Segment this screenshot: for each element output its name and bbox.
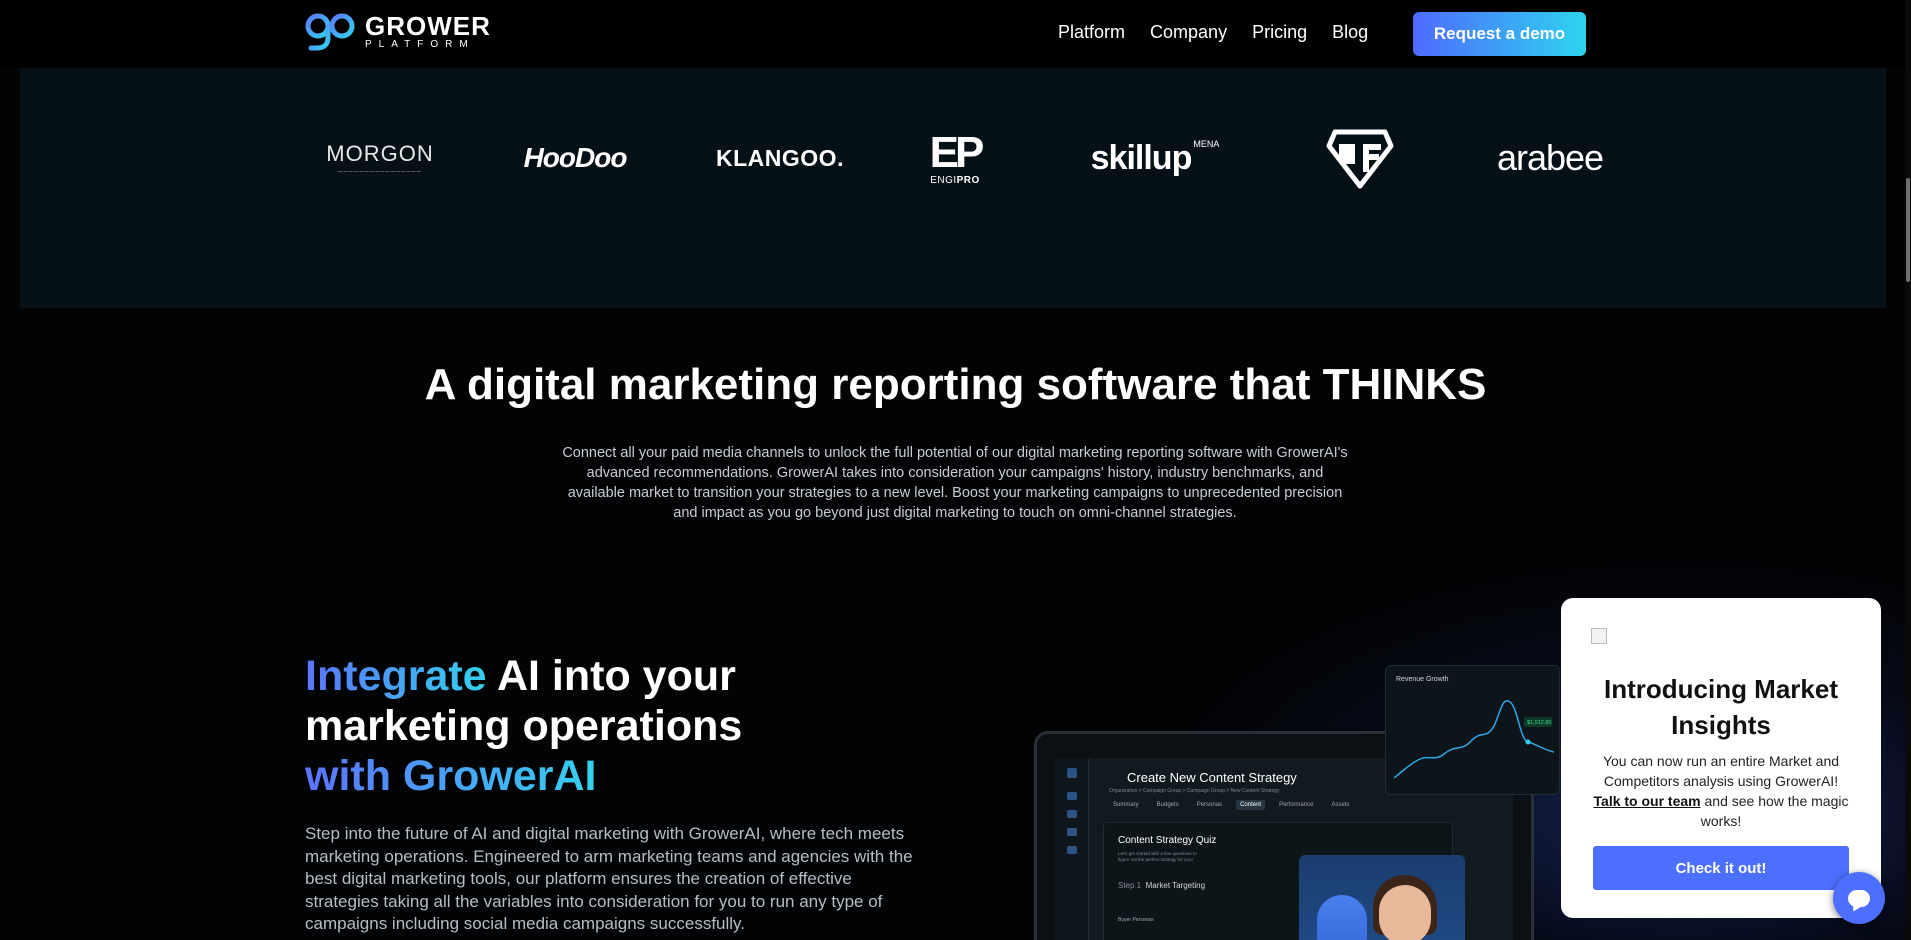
- skillup-logo: skillup MENA: [1080, 118, 1230, 198]
- quiz-step-label: Step 1: [1118, 881, 1142, 890]
- mockup-tab: Summary: [1113, 802, 1139, 808]
- request-demo-button[interactable]: Request a demo: [1413, 12, 1586, 56]
- chat-launcher-button[interactable]: [1833, 872, 1885, 924]
- popup-title: Introducing Market Insights: [1603, 674, 1838, 740]
- nav-blog[interactable]: Blog: [1332, 22, 1368, 43]
- mockup-title: Create New Content Strategy: [1127, 770, 1297, 785]
- engipro-text-b: PRO: [956, 174, 980, 186]
- client-logos-strip: MORGON ──────────────── HooDoo KLANGOO. …: [20, 68, 1886, 308]
- nav-company[interactable]: Company: [1150, 22, 1227, 43]
- hero-lead: Connect all your paid media channels to …: [562, 445, 1348, 521]
- mockup-sidebar-icon: [1067, 810, 1077, 818]
- quiz-step: Step 1 Market Targeting: [1118, 881, 1205, 890]
- logo-text: GROWER PLATFORM: [365, 13, 491, 50]
- revenue-growth-card: Revenue Growth $1,912.80: [1385, 665, 1560, 795]
- popup-text-after: and see how the magic works!: [1700, 793, 1849, 829]
- quiz-title: Content Strategy Quiz: [1118, 835, 1217, 846]
- ai-avatar-illustration: [1299, 855, 1465, 940]
- mockup-sidebar-icon: [1067, 846, 1077, 854]
- mockup-tab: Budgets: [1156, 802, 1179, 808]
- mockup-sidebar-icon: [1067, 792, 1077, 800]
- market-insights-popup: Introducing Market Insights You can now …: [1561, 598, 1881, 918]
- chess-knight-icon: [1317, 895, 1367, 940]
- morgon-logo: MORGON ────────────────: [320, 118, 440, 198]
- talk-to-team-link[interactable]: Talk to our team: [1594, 793, 1701, 809]
- broken-image-icon: [1591, 628, 1607, 644]
- klangoo-logo: KLANGOO.: [716, 144, 844, 171]
- avatar-face: [1379, 885, 1431, 940]
- feature-title: Integrate AI into your marketing operati…: [305, 651, 865, 801]
- hero-title: A digital marketing reporting software t…: [424, 360, 1487, 409]
- mockup-sidebar-icon: [1067, 828, 1077, 836]
- feature-title-a: Integrate: [305, 652, 487, 700]
- morgon-logo-text: MORGON: [326, 141, 434, 166]
- mockup-sidebar-logo: [1067, 768, 1077, 778]
- engipro-mark: EP: [929, 127, 985, 177]
- page-scrollbar-thumb[interactable]: [1906, 178, 1910, 282]
- engipro-logo: EP ENGIPRO: [900, 118, 1010, 198]
- engipro-text: ENGIPRO: [930, 175, 980, 186]
- arabee-logo: arabee: [1496, 137, 1604, 178]
- mockup-tab-active: Content: [1236, 800, 1266, 810]
- mockup-tab: Performance: [1279, 802, 1314, 808]
- chat-icon: [1848, 889, 1870, 907]
- main-nav: Platform Company Pricing Blog: [1058, 22, 1393, 43]
- logo-line2: PLATFORM: [365, 38, 475, 50]
- nav-platform[interactable]: Platform: [1058, 22, 1125, 43]
- quiz-step-title: Market Targeting: [1145, 881, 1206, 890]
- revenue-title: Revenue Growth: [1396, 676, 1449, 683]
- feature-title-c: with GrowerAI: [305, 752, 597, 800]
- page-scrollbar[interactable]: [1905, 0, 1911, 940]
- feature-body: Step into the future of AI and digital m…: [305, 824, 913, 933]
- gf-logo: [1305, 118, 1415, 198]
- grower-logo[interactable]: GROWER PLATFORM: [305, 11, 491, 51]
- hoodoo-logo: HooDoo: [523, 142, 628, 173]
- popup-text: You can now run an entire Market and Com…: [1591, 751, 1851, 831]
- revenue-value: $1,912.80: [1527, 720, 1551, 726]
- mockup-tabs: Summary Budgets Personas Content Perform…: [1109, 800, 1353, 810]
- popup-text-before: You can now run an entire Market and Com…: [1602, 753, 1840, 789]
- revenue-chart-point: [1525, 739, 1531, 745]
- quiz-subtitle: Let's get started with a few questions t…: [1118, 851, 1197, 862]
- mockup-tab: Assets: [1331, 802, 1350, 808]
- check-it-out-button[interactable]: Check it out!: [1593, 846, 1849, 890]
- site-header: GROWER PLATFORM Platform Company Pricing…: [0, 0, 1911, 68]
- mockup-sidebar: [1055, 758, 1089, 940]
- logo-line1: GROWER: [365, 10, 491, 41]
- nav-pricing[interactable]: Pricing: [1252, 22, 1307, 43]
- engipro-text-a: ENGI: [930, 174, 957, 186]
- gf-logo-icon: [1326, 129, 1394, 189]
- mockup-breadcrumb: Organization > Campaign Group > Campaign…: [1109, 788, 1280, 794]
- morgon-logo-rule: ────────────────: [337, 169, 422, 175]
- skillup-logo-text: skillup: [1090, 138, 1193, 177]
- skillup-logo-sup: MENA: [1193, 139, 1220, 149]
- mockup-tab: Personas: [1196, 802, 1223, 808]
- revenue-line-chart: $1,912.80: [1394, 700, 1554, 779]
- quiz-buyer-personas: Buyer Personas: [1118, 917, 1154, 923]
- grower-logo-icon: [305, 13, 355, 51]
